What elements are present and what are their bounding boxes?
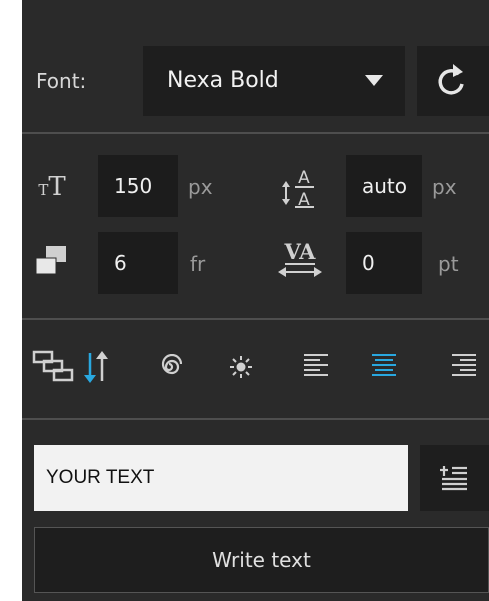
svg-text:A: A xyxy=(298,168,310,188)
text-tool-panel: Font: Nexa Bold TT 150 px A A auto px 6 … xyxy=(22,0,489,601)
divider xyxy=(22,132,489,134)
write-text-button[interactable]: Write text xyxy=(34,527,489,593)
font-size-unit: px xyxy=(188,175,213,199)
tracking-unit: pt xyxy=(438,252,459,276)
add-list-icon xyxy=(440,466,467,491)
line-height-unit: px xyxy=(432,175,457,199)
tracking-field[interactable]: 0 xyxy=(346,232,422,294)
sun-icon[interactable] xyxy=(228,354,254,380)
font-size-icon: TT xyxy=(38,172,66,202)
align-center-icon[interactable] xyxy=(372,354,398,378)
line-height-icon: A A xyxy=(280,160,320,210)
frames-unit: fr xyxy=(190,252,206,276)
font-size-field[interactable]: 150 xyxy=(98,155,178,217)
sort-arrows-icon[interactable] xyxy=(82,348,110,386)
layers-icon xyxy=(34,244,68,278)
divider xyxy=(22,318,489,320)
add-text-list-button[interactable] xyxy=(420,445,489,511)
font-dropdown-value: Nexa Bold xyxy=(167,68,279,93)
align-right-icon[interactable] xyxy=(452,354,478,378)
chevron-down-icon xyxy=(365,75,383,86)
tracking-icon: VA xyxy=(276,234,324,286)
line-height-field[interactable]: auto xyxy=(346,155,422,217)
spiral-icon[interactable] xyxy=(156,354,182,380)
refresh-icon xyxy=(438,64,464,95)
stack-order-icon[interactable] xyxy=(32,350,80,384)
frames-field[interactable]: 6 xyxy=(98,232,178,294)
reset-font-button[interactable] xyxy=(417,46,489,116)
font-dropdown[interactable]: Nexa Bold xyxy=(143,46,405,116)
text-input[interactable] xyxy=(34,445,408,511)
align-left-icon[interactable] xyxy=(304,354,330,378)
font-label: Font: xyxy=(36,69,87,93)
divider xyxy=(22,418,489,420)
